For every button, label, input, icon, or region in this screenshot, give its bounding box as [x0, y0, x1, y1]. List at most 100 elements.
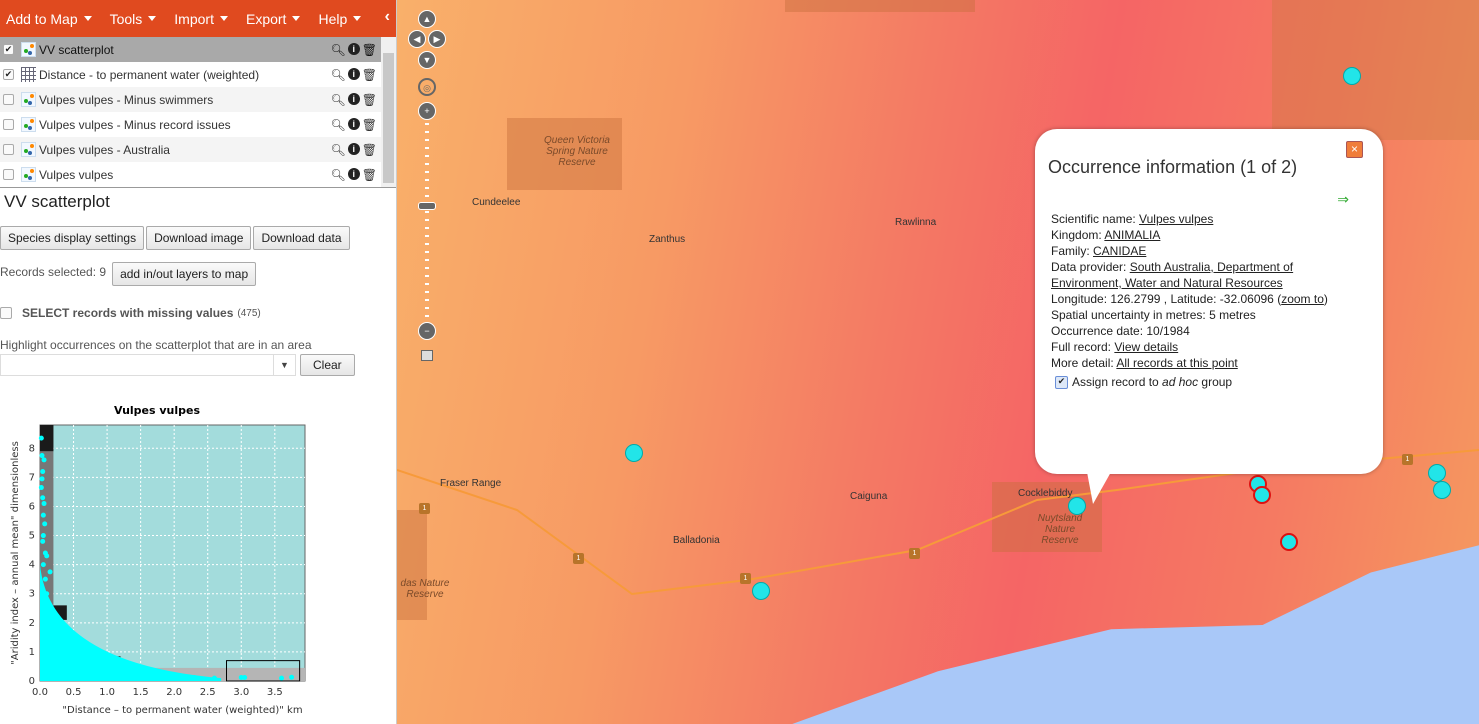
caret-down-icon	[292, 16, 301, 21]
zoom-in-icon[interactable]: +	[418, 102, 436, 120]
info-icon[interactable]: i	[347, 143, 360, 155]
layer-checkbox[interactable]: ✔	[3, 44, 14, 55]
delete-icon[interactable]: 🗑︎	[362, 168, 377, 182]
zoom-to-layer-icon[interactable]: 🔍︎	[331, 143, 346, 157]
scatter-point	[38, 435, 44, 441]
layer-item[interactable]: Vulpes vulpes - Australia 🔍︎ i 🗑︎	[0, 137, 381, 162]
layer-checkbox[interactable]	[3, 144, 14, 155]
label: Full record:	[1051, 340, 1115, 354]
zoom-to-layer-icon[interactable]: 🔍︎	[331, 118, 346, 132]
pan-right-icon[interactable]: ▶	[428, 30, 446, 48]
pan-up-icon[interactable]: ▲	[418, 10, 436, 28]
all-records-link[interactable]: All records at this point	[1116, 356, 1237, 370]
occurrence-point[interactable]	[1428, 464, 1446, 482]
species-display-settings-button[interactable]: Species display settings	[0, 226, 145, 250]
reserve-label: das Nature Reserve	[400, 578, 450, 600]
zoom-out-icon[interactable]: −	[418, 322, 436, 340]
arrow-right-icon[interactable]: ⇒	[1337, 191, 1349, 208]
download-data-button[interactable]: Download data	[253, 226, 350, 250]
layer-checkbox[interactable]	[3, 169, 14, 180]
layer-label: VV scatterplot	[39, 42, 114, 57]
x-tick-label: 1.0	[99, 687, 115, 698]
layers-switcher-icon[interactable]	[421, 350, 433, 361]
delete-icon[interactable]: 🗑︎	[362, 118, 377, 132]
menu-help[interactable]: Help	[318, 11, 362, 27]
occurrence-point[interactable]	[1433, 481, 1451, 499]
family-link[interactable]: CANIDAE	[1093, 244, 1146, 258]
layer-list-scrollbar[interactable]	[381, 37, 396, 187]
layer-item[interactable]: ✔ VV scatterplot 🔍︎ i 🗑︎	[0, 37, 381, 62]
info-icon[interactable]: i	[347, 93, 360, 105]
y-tick-label: 1	[29, 647, 35, 658]
layer-checkbox[interactable]	[3, 94, 14, 105]
points-layer-icon	[21, 92, 36, 107]
download-image-button[interactable]: Download image	[146, 226, 252, 250]
occurrence-point[interactable]	[1343, 67, 1361, 85]
menu-add-to-map[interactable]: Add to Map	[6, 11, 92, 27]
menu-tools[interactable]: Tools	[110, 11, 157, 27]
kingdom-link[interactable]: ANIMALIA	[1104, 228, 1160, 242]
layer-list: ✔ VV scatterplot 🔍︎ i 🗑︎ ✔ Distance - to perma…	[0, 37, 396, 188]
occurrence-point[interactable]	[1068, 497, 1086, 515]
collapse-panel-icon[interactable]: ‹	[385, 8, 390, 26]
delete-icon[interactable]: 🗑︎	[362, 143, 377, 157]
scatter-point	[91, 663, 97, 669]
selected-occurrence-point[interactable]	[1280, 533, 1298, 551]
delete-icon[interactable]: 🗑︎	[362, 93, 377, 107]
x-tick-label: 3.5	[267, 687, 283, 698]
close-icon[interactable]: ×	[1346, 141, 1363, 158]
dropdown-arrow-icon[interactable]: ▼	[273, 355, 295, 375]
y-tick-label: 3	[29, 589, 35, 600]
occurrence-point[interactable]	[752, 582, 770, 600]
scientific-name-link[interactable]: Vulpes vulpes	[1139, 212, 1213, 226]
layer-checkbox[interactable]: ✔	[3, 69, 14, 80]
layer-item[interactable]: Vulpes vulpes - Minus record issues 🔍︎ i 🗑︎	[0, 112, 381, 137]
scatterplot-chart[interactable]: Vulpes vulpes 0.0 0.5 1.0 1.5 2.0 2.5 3.0 3.5 0 1…	[0, 400, 320, 724]
scatter-point	[144, 671, 150, 677]
zoom-to-layer-icon[interactable]: 🔍︎	[331, 43, 346, 57]
occurrence-point[interactable]	[625, 444, 643, 462]
zoom-slider-handle[interactable]	[418, 202, 436, 210]
info-icon[interactable]: i	[347, 118, 360, 130]
menu-export[interactable]: Export	[246, 11, 301, 27]
layer-label: Vulpes vulpes - Minus swimmers	[39, 92, 214, 107]
zoom-to-layer-icon[interactable]: 🔍︎	[331, 168, 346, 182]
records-selected: Records selected: 9	[0, 265, 107, 279]
layer-item[interactable]: Vulpes vulpes - Minus swimmers 🔍︎ i 🗑︎	[0, 87, 381, 112]
points-layer-icon	[21, 117, 36, 132]
layer-item[interactable]: ✔ Distance - to permanent water (weighted…	[0, 62, 381, 87]
layer-checkbox[interactable]	[3, 119, 14, 130]
label: Data provider:	[1051, 260, 1130, 274]
pan-left-icon[interactable]: ◀	[408, 30, 426, 48]
add-layers-button[interactable]: add in/out layers to map	[112, 262, 257, 286]
pan-down-icon[interactable]: ▼	[418, 51, 436, 69]
zoom-to-layer-icon[interactable]: 🔍︎	[331, 93, 346, 107]
delete-icon[interactable]: 🗑︎	[362, 68, 377, 82]
info-icon[interactable]: i	[347, 68, 360, 80]
info-icon[interactable]: i	[347, 168, 360, 180]
info-icon[interactable]: i	[347, 43, 360, 55]
scrollbar-thumb[interactable]	[383, 53, 394, 183]
menu-import[interactable]: Import	[174, 11, 228, 27]
layer-label: Vulpes vulpes - Australia	[39, 142, 170, 157]
clear-button[interactable]: Clear	[300, 354, 355, 376]
view-details-link[interactable]: View details	[1114, 340, 1178, 354]
zoom-slider-track[interactable]	[425, 123, 429, 323]
road-shield-icon: 1	[573, 553, 584, 564]
layer-item[interactable]: Vulpes vulpes 🔍︎ i 🗑︎	[0, 162, 381, 187]
road-shield-icon: 1	[1402, 454, 1413, 465]
locate-icon[interactable]: ◎	[418, 78, 436, 96]
assign-ad-hoc-checkbox[interactable]: ✔	[1055, 375, 1068, 389]
y-tick-label: 5	[29, 531, 35, 542]
zoom-to-layer-icon[interactable]: 🔍︎	[331, 68, 346, 82]
zoom-to-link[interactable]: zoom to	[1281, 292, 1324, 306]
scatter-point	[44, 591, 50, 597]
y-tick-label: 4	[29, 560, 35, 571]
area-select[interactable]: ▼	[0, 354, 296, 376]
selected-occurrence-point[interactable]	[1253, 486, 1271, 504]
delete-icon[interactable]: 🗑︎	[362, 43, 377, 57]
x-tick-label: 2.0	[166, 687, 182, 698]
scatter-point	[242, 675, 248, 681]
scatter-point	[38, 485, 44, 491]
missing-values-checkbox[interactable]	[0, 307, 12, 319]
